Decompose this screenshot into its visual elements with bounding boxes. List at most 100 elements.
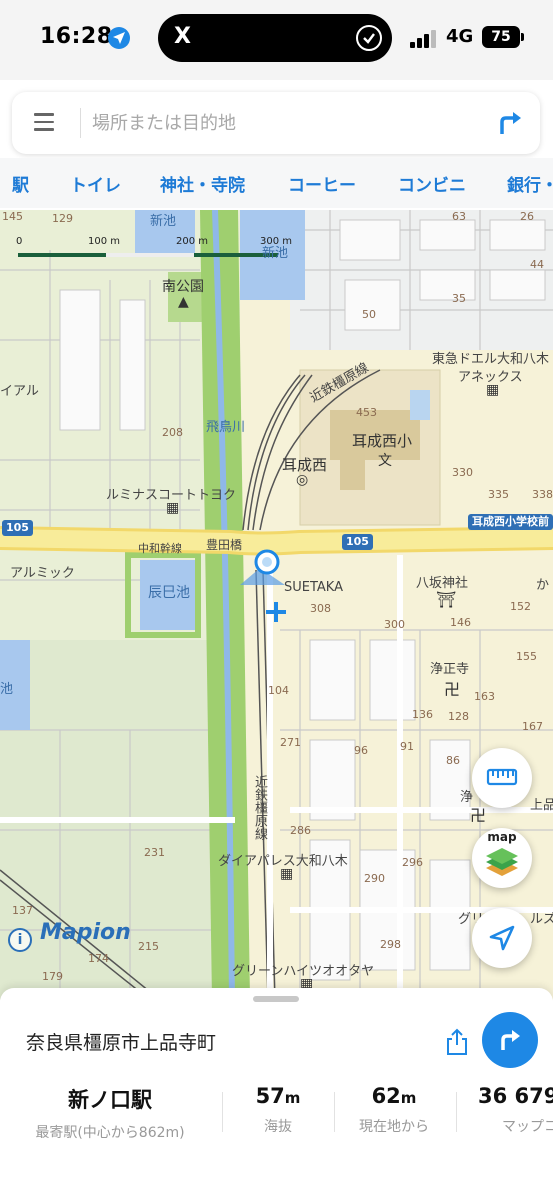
lot-number: 152 [510,600,531,613]
lot-number: 44 [530,258,544,271]
lot-number: 35 [452,292,466,305]
signal-icon [410,30,438,48]
pond-label: 新池 [262,246,289,261]
temple-icon: 卍 [444,680,461,699]
lot-number: 335 [488,488,509,501]
search-divider [80,108,81,138]
stat-value: 新ノ口駅 [68,1088,152,1112]
park-tree-icon: ▲ [178,294,189,310]
lot-number: 63 [452,210,466,223]
network-type: 4G [446,26,474,47]
ruler-icon [486,768,518,786]
stat-distance: 62m 現在地から [346,1084,442,1136]
lot-number: 208 [162,426,183,439]
lot-number: 174 [88,952,109,965]
lot-number: 308 [310,602,331,615]
lot-number: 163 [474,690,495,703]
lot-number: 128 [448,710,469,723]
directions-icon[interactable] [496,108,526,138]
store-label: アルミック [10,566,75,581]
stat-value: 36 679 [478,1084,553,1108]
lot-number: 179 [42,970,63,983]
store-label: SUETAKA [284,580,343,595]
lot-number: 137 [12,904,33,917]
lot-number: 136 [412,708,433,721]
stat-value: 57 [255,1084,285,1108]
route-105-badge: 105 [2,520,33,536]
stat-elevation: 57m 海抜 [236,1084,320,1136]
lot-number: 296 [402,856,423,869]
stat-value: 62 [371,1084,401,1108]
pond-label: 新池 [150,214,177,229]
status-time: 16:28 [40,24,113,49]
stat-divider [222,1092,223,1132]
lot-number: 26 [520,210,534,223]
map-layers-button[interactable]: map [472,828,532,888]
chip-bank[interactable]: 銀行・ [507,171,553,196]
directions-button[interactable] [482,1012,538,1068]
current-location-button[interactable] [472,908,532,968]
lot-number: 215 [138,940,159,953]
lot-number: 286 [290,824,311,837]
route-105-badge: 105 [342,534,373,550]
stat-unit: m [284,1089,301,1107]
stat-nearest-station: 新ノ口駅 最寄駅(中心から862m) [24,1084,196,1142]
chip-shrine-temple[interactable]: 神社・寺院 [160,171,245,196]
chip-station[interactable]: 駅 [12,171,29,196]
park-label: 南公園 [162,279,204,295]
scale-label-200: 200 m [176,236,209,247]
place-bottom-sheet[interactable]: 奈良県橿原市上品寺町 新ノ口駅 最寄駅(中心から862m) 57m 海抜 62m… [0,988,553,1200]
pond-label: 池 [0,682,14,697]
chip-convenience[interactable]: コンビニ [398,171,466,196]
stat-unit: m [400,1089,417,1107]
map-view[interactable]: 0 100 m 200 m 300 m 新池 新池 辰巳池 池 南公園 ▲ 耳成… [0,210,553,1000]
battery-icon: 75 [482,26,524,48]
kindergarten-icon: ◎ [296,472,309,488]
status-bar: 16:28 X 4G 75 [0,0,553,80]
stat-mapcode: 36 679 マップコ [478,1084,553,1136]
school-label: 耳成西小 [352,432,413,450]
lot-number: 155 [516,650,537,663]
stat-divider [334,1092,335,1132]
category-chips: 駅 トイレ 神社・寺院 コーヒー コンビニ 銀行・ [0,158,553,208]
scale-label-0: 0 [16,236,23,247]
building-icon: ▦ [166,500,180,516]
chip-toilet[interactable]: トイレ [70,171,121,196]
chip-coffee[interactable]: コーヒー [288,171,356,196]
dynamic-island[interactable]: X [158,14,392,62]
stat-label: 海抜 [264,1119,292,1135]
lot-number: 290 [364,872,385,885]
building-icon: ▦ [280,866,294,882]
sheet-grabber[interactable] [253,996,299,1002]
directions-icon [501,1030,520,1050]
map-canvas [0,210,553,1000]
navigation-arrow-icon [489,925,515,951]
share-icon[interactable] [444,1028,470,1056]
temple-label: 浄正寺 [430,662,470,677]
shrine-label: 八坂神社 [416,576,469,591]
store-label: イアル [0,384,39,399]
pond-label: 辰巳池 [148,585,190,601]
lot-number: 91 [400,740,414,753]
scale-label-100: 100 m [88,236,121,247]
search-input[interactable] [92,109,472,137]
lot-number: 453 [356,406,377,419]
lot-number: 146 [450,616,471,629]
location-arrow-icon [108,27,130,49]
building-icon: ▦ [486,382,500,398]
menu-icon[interactable] [34,113,54,131]
shrine-icon: ⛩ [436,590,457,609]
bus-stop-label: 耳成西小学校前 [468,514,553,530]
lot-number: 167 [522,720,543,733]
apartment-label: 東急ドエル大和八木 [432,352,550,367]
lot-number: 86 [446,754,460,767]
layers-icon [486,848,518,876]
x-app-icon: X [174,24,191,49]
ruler-button[interactable] [472,748,532,808]
stat-label: 最寄駅(中心から862m) [35,1125,185,1141]
lot-number: 50 [362,308,376,321]
info-icon[interactable]: i [8,928,32,952]
lot-number: 104 [268,684,289,697]
lot-number: 231 [144,846,165,859]
temple-label: 上品 [530,798,553,813]
